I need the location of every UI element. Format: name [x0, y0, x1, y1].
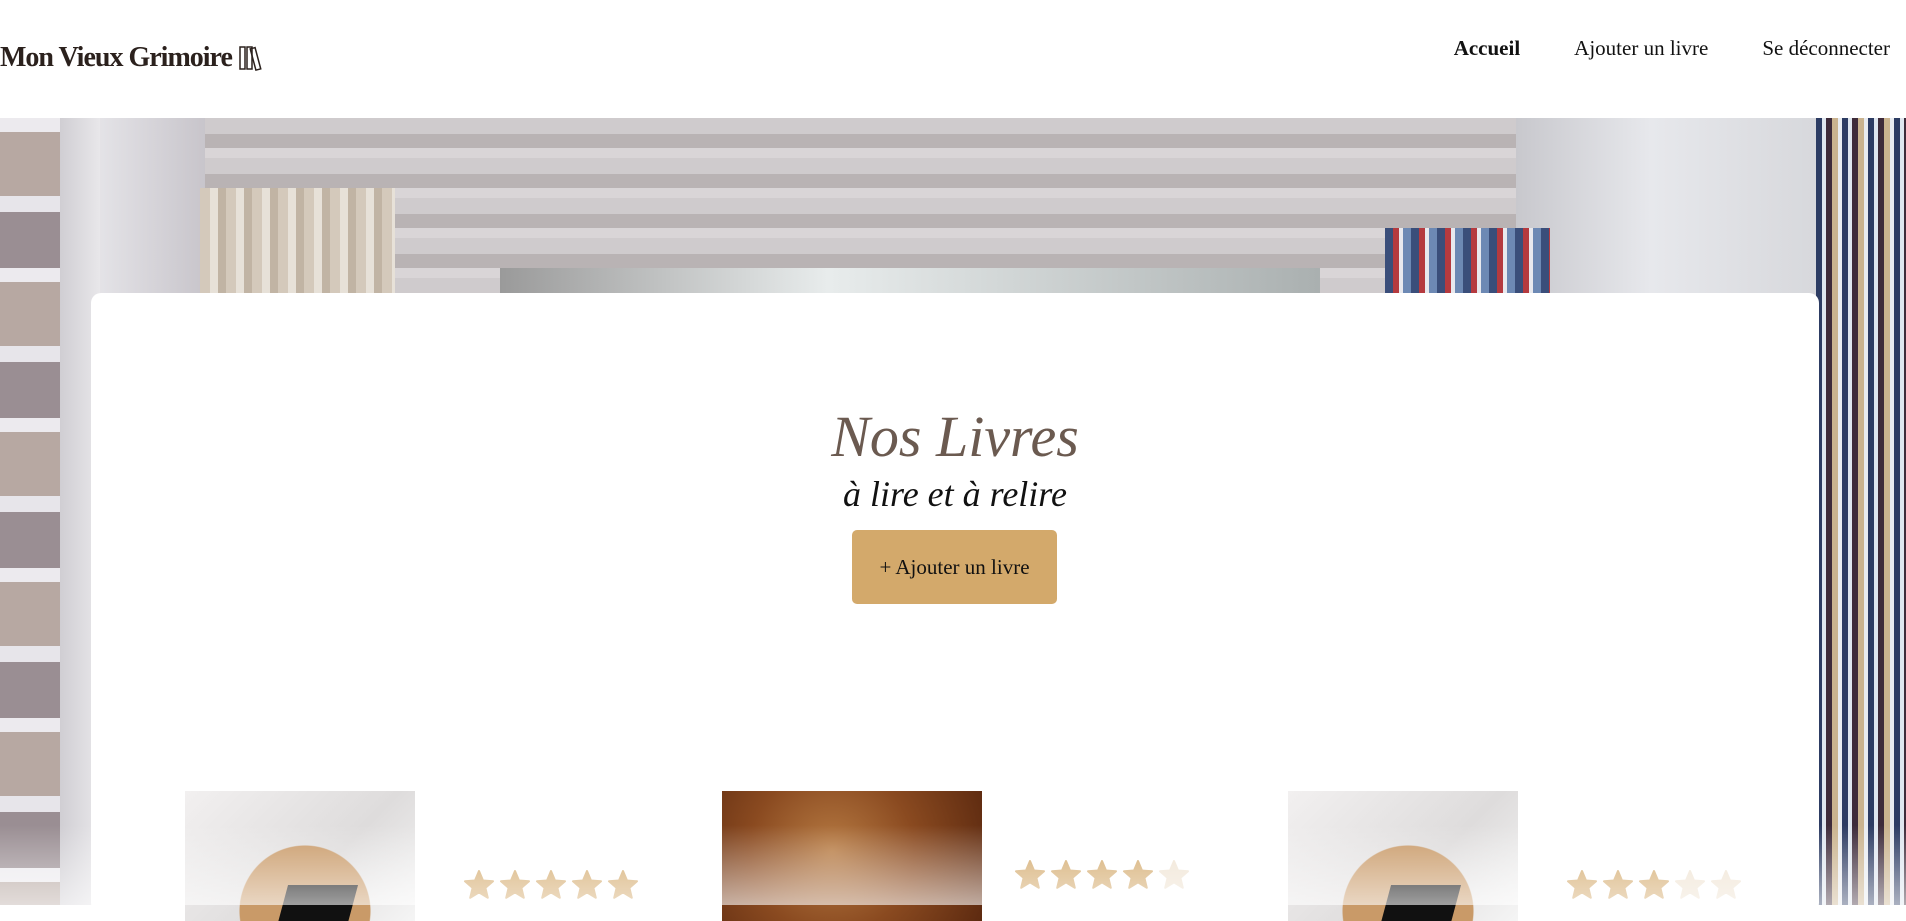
shelf-image — [200, 188, 395, 293]
star-filled-icon — [1567, 870, 1597, 899]
books-icon — [239, 46, 262, 72]
star-rating — [1566, 869, 1742, 901]
ceiling-image — [200, 118, 1550, 293]
nav-logout[interactable]: Se déconnecter — [1762, 36, 1890, 61]
star-filled-icon — [1639, 870, 1669, 899]
shelf-image — [1385, 228, 1550, 293]
star-filled-icon — [1015, 860, 1045, 889]
star-filled-icon — [1123, 860, 1153, 889]
shelf-image — [95, 118, 205, 293]
site-header: Mon Vieux Grimoire Accueil Ajouter un li… — [0, 0, 1906, 118]
shelf-image — [1516, 118, 1816, 293]
star-filled-icon — [572, 870, 602, 899]
main-nav: Accueil Ajouter un livre Se déconnecter — [1454, 36, 1890, 61]
add-book-button[interactable]: + Ajouter un livre — [852, 530, 1057, 604]
logo[interactable]: Mon Vieux Grimoire — [0, 38, 264, 78]
star-filled-icon — [1051, 860, 1081, 889]
star-empty-icon — [1675, 870, 1705, 899]
star-filled-icon — [608, 870, 638, 899]
book-cover[interactable] — [1288, 791, 1518, 921]
star-filled-icon — [464, 870, 494, 899]
logo-text: Mon Vieux Grimoire — [0, 42, 233, 73]
star-rating — [1014, 859, 1190, 891]
nav-home[interactable]: Accueil — [1454, 36, 1520, 61]
star-empty-icon — [1711, 870, 1741, 899]
star-rating — [463, 869, 639, 901]
star-filled-icon — [500, 870, 530, 899]
page-title: Nos Livres — [831, 404, 1079, 469]
page-subtitle: à lire et à relire — [843, 474, 1067, 514]
nav-add-book[interactable]: Ajouter un livre — [1574, 36, 1708, 61]
books-card: Nos Livres à lire et à relire + Ajouter … — [91, 293, 1819, 921]
shelf-image — [0, 118, 100, 905]
shelf-image — [1816, 118, 1906, 905]
star-filled-icon — [1087, 860, 1117, 889]
star-filled-icon — [1603, 870, 1633, 899]
book-cover[interactable] — [722, 791, 982, 921]
book-cover[interactable] — [185, 791, 415, 921]
star-filled-icon — [536, 870, 566, 899]
star-empty-icon — [1159, 860, 1189, 889]
